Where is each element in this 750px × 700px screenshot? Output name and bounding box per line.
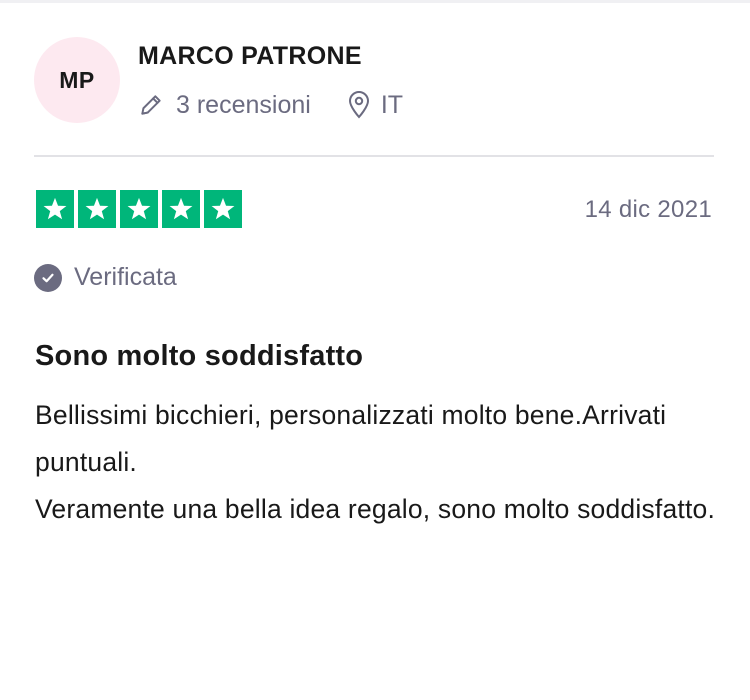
- check-circle-icon: [34, 263, 62, 292]
- avatar[interactable]: MP: [34, 37, 120, 123]
- divider: [34, 155, 714, 157]
- star-rating: [36, 190, 242, 228]
- review-body-line: Bellissimi bicchieri, personalizzati mol…: [35, 400, 667, 477]
- star-icon: [204, 190, 242, 228]
- avatar-initials: MP: [59, 66, 95, 93]
- country-label: IT: [380, 90, 404, 119]
- verified-label: Verificata: [74, 263, 177, 291]
- location-pin-icon: [347, 91, 371, 119]
- review-body: Bellissimi bicchieri, personalizzati mol…: [35, 392, 725, 533]
- star-icon: [162, 190, 200, 228]
- review-title[interactable]: Sono molto soddisfatto: [35, 340, 363, 373]
- reviews-count[interactable]: 3 recensioni: [138, 91, 311, 120]
- reviewer-meta: 3 recensioni IT: [138, 88, 403, 122]
- star-icon: [36, 190, 74, 228]
- review-date: 14 dic 2021: [584, 196, 712, 223]
- review-card: MP MARCO PATRONE 3 recensioni IT 14 dic …: [0, 0, 750, 700]
- star-icon: [120, 190, 158, 228]
- review-body-line: Veramente una bella idea regalo, sono mo…: [35, 494, 716, 524]
- reviewer-name[interactable]: MARCO PATRONE: [138, 42, 362, 71]
- pencil-icon: [138, 92, 164, 118]
- reviews-count-label: 3 recensioni: [176, 90, 311, 119]
- reviewer-location: IT: [347, 91, 403, 120]
- star-icon: [78, 190, 116, 228]
- verified-badge[interactable]: Verificata: [34, 263, 177, 292]
